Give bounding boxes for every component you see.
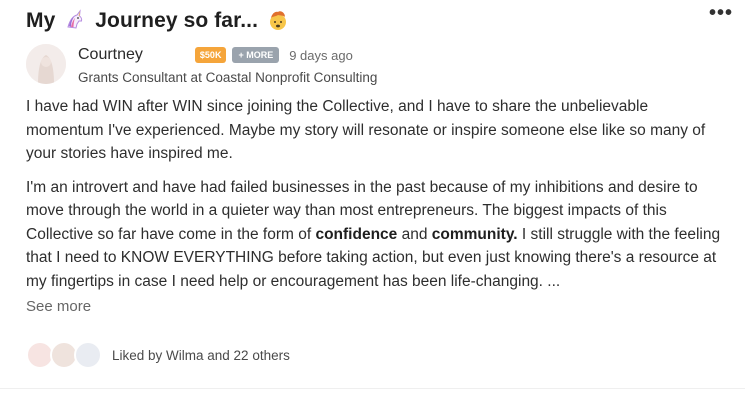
paragraph-2-bold-community: community. [431,225,518,243]
post-title-text-start: My [26,9,56,32]
exploding-head-icon [267,9,289,31]
author-job-title: Grants Consultant at Coastal Nonprofit C… [78,70,378,85]
post-paragraph-1: I have had WIN after WIN since joining t… [26,98,706,162]
author-avatar[interactable] [26,44,66,84]
more-badges-button[interactable]: + MORE [232,47,280,63]
unicorn-icon [64,9,86,31]
post-options-menu-icon[interactable]: ••• [709,3,733,23]
paragraph-2-text-b: and [397,225,432,243]
author-row: Courtney $50K + MORE 9 days ago [78,46,353,64]
author-name[interactable]: Courtney [78,46,143,64]
post-title-text-end: Journey so far... [95,9,259,32]
liker-avatar [74,341,102,369]
post-paragraph-2: I'm an introvert and have had failed bus… [26,176,726,294]
see-more-link[interactable]: See more [26,298,91,315]
post-title: My Journey so far... [26,9,292,33]
post-card: My Journey so far... ••• Courtney $50K +… [0,0,745,417]
revenue-badge: $50K [194,47,227,63]
divider [0,388,745,389]
likes-row[interactable]: Liked by Wilma and 22 others [26,341,290,369]
paragraph-2-bold-confidence: confidence [315,225,398,243]
post-title-row: My Journey so far... [26,6,725,36]
post-timestamp: 9 days ago [289,47,353,63]
likes-summary[interactable]: Liked by Wilma and 22 others [112,348,290,363]
post-body: I have had WIN after WIN since joining t… [26,95,726,303]
